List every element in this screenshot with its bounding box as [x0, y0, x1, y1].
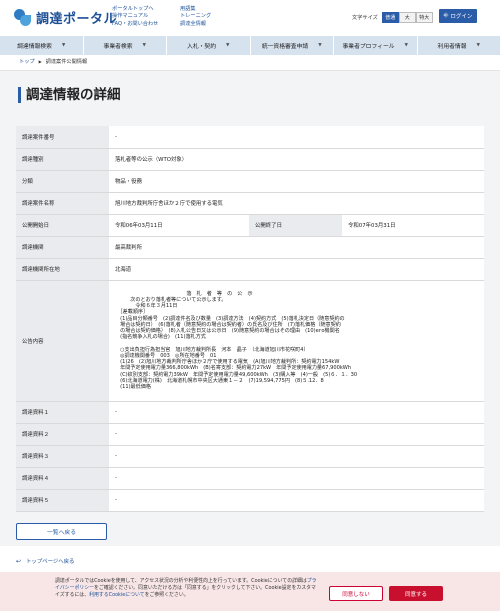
- title-area: 調達情報の詳細: [0, 70, 500, 126]
- to-top-label: トップページへ戻る: [26, 559, 75, 565]
- case-name-label: 調達案件名称: [16, 192, 109, 215]
- site-header: 調達ポータル ポータルトップへ 操作マニュアル FAQ・お問い合わせ 用語集 ト…: [0, 0, 500, 36]
- case-name-value: 旭川地方裁判所庁舎ほか２庁で使用する電気: [109, 192, 484, 215]
- pub-end-value: 令和07年03月31日: [342, 214, 484, 237]
- pub-end-label: 公開終了日: [249, 214, 342, 237]
- table-row: 調達資料１ -: [16, 401, 484, 424]
- notice-label: 公告内容: [16, 280, 109, 402]
- doc1-value: -: [109, 401, 484, 424]
- notice-content: 落 札 者 等 の 公 示 次のとおり落札者等について公示します。 令和６年３月…: [109, 280, 484, 402]
- chevron-down-icon: ▼: [226, 43, 230, 48]
- cookie-text-part: 調達ポータルではCookieを使用して、アクセス状況の分析や利便性向上を行ってい…: [55, 578, 307, 584]
- location-label: 調達機関所在地: [16, 258, 109, 281]
- doc2-label: 調達資料２: [16, 423, 109, 446]
- table-row: 公告内容 落 札 者 等 の 公 示 次のとおり落札者等について公示します。 令…: [16, 280, 484, 402]
- category-label: 分類: [16, 170, 109, 193]
- location-value: 北海道: [109, 258, 484, 281]
- chevron-down-icon: ▼: [61, 43, 66, 48]
- page-title: 調達情報の詳細: [18, 87, 121, 103]
- agency-label: 調達機関: [16, 236, 109, 259]
- table-row: 調達機関 最高裁判所: [16, 236, 484, 259]
- type-value: 落札者等の公示（WTO対象）: [109, 148, 484, 171]
- cookie-info-link[interactable]: 利用するCookieについて: [89, 592, 144, 598]
- table-row: 調達種別 落札者等の公示（WTO対象）: [16, 148, 484, 171]
- link-manual[interactable]: 操作マニュアル: [112, 13, 158, 20]
- link-faq[interactable]: FAQ・お問い合わせ: [112, 21, 158, 28]
- header-links-secondary: 用語集 トレーニング 調達全情報: [180, 6, 211, 28]
- nav-business-search[interactable]: 事業者検索 ▼: [84, 36, 167, 55]
- cookie-banner: 調達ポータルではCookieを使用して、アクセス状況の分析や利便性向上を行ってい…: [0, 572, 500, 611]
- table-row: 調達資料２ -: [16, 423, 484, 446]
- breadcrumb: トップ ▶ 調達案件公開情報: [19, 58, 87, 65]
- doc4-value: -: [109, 467, 484, 490]
- nav-label: 利用者情報: [437, 44, 467, 50]
- nav-user-info[interactable]: 利用者情報 ▼: [418, 36, 500, 55]
- back-to-list-button[interactable]: 一覧へ戻る: [16, 523, 107, 540]
- login-label: ログイン: [450, 14, 473, 20]
- chevron-down-icon: ▼: [404, 43, 409, 48]
- nav-label: 調達情報検索: [17, 44, 52, 50]
- detail-section: 調達案件番号 - 調達種別 落札者等の公示（WTO対象） 分類 物品・役務 調達…: [0, 126, 500, 546]
- doc4-label: 調達資料４: [16, 467, 109, 490]
- chevron-down-icon: ▼: [476, 43, 480, 48]
- chevron-down-icon: ▼: [142, 43, 146, 48]
- table-row: 公開開始日 令和06年03月11日 公開終了日 令和07年03月31日: [16, 214, 484, 237]
- arrow-return-icon: ↩: [16, 557, 22, 565]
- nav-bid-contract[interactable]: 入札・契約 ▼: [167, 36, 251, 55]
- pub-start-label: 公開開始日: [16, 214, 109, 237]
- doc5-value: -: [109, 489, 484, 512]
- case-number-value: -: [109, 126, 484, 149]
- logo-mark-icon: [14, 8, 32, 27]
- detail-table: 調達案件番号 - 調達種別 落札者等の公示（WTO対象） 分類 物品・役務 調達…: [16, 126, 484, 512]
- cookie-text-part: をご参照ください。: [144, 592, 189, 599]
- to-top-link[interactable]: ↩ トップページへ戻る: [16, 557, 75, 566]
- font-size-switcher: 文字サイズ 普通 大 特大: [352, 12, 433, 23]
- doc5-label: 調達資料５: [16, 489, 109, 512]
- doc2-value: -: [109, 423, 484, 446]
- nav-business-profile[interactable]: 事業者プロフィール ▼: [334, 36, 418, 55]
- chevron-right-icon: ▶: [38, 59, 42, 64]
- breadcrumb-top-link[interactable]: トップ: [19, 58, 35, 65]
- login-icon: ⎆: [443, 12, 449, 19]
- nav-label: 入札・契約: [187, 44, 217, 50]
- doc3-label: 調達資料３: [16, 445, 109, 468]
- cookie-decline-button[interactable]: 同意しない: [329, 586, 383, 601]
- chevron-down-icon: ▼: [318, 43, 322, 48]
- font-size-large-button[interactable]: 大: [398, 12, 416, 23]
- header-links-primary: ポータルトップへ 操作マニュアル FAQ・お問い合わせ: [112, 6, 158, 28]
- font-size-normal-button[interactable]: 普通: [381, 12, 399, 23]
- font-size-xlarge-button[interactable]: 特大: [415, 12, 433, 23]
- agency-value: 最高裁判所: [109, 236, 484, 259]
- table-row: 調達資料４ -: [16, 467, 484, 490]
- pub-start-value: 令和06年03月11日: [109, 214, 249, 237]
- doc3-value: -: [109, 445, 484, 468]
- nav-procurement-search[interactable]: 調達情報検索 ▼: [0, 36, 84, 55]
- portal-logo[interactable]: 調達ポータル: [14, 8, 117, 27]
- table-row: 調達資料３ -: [16, 445, 484, 468]
- nav-qualification[interactable]: 統一資格審査申請 ▼: [251, 36, 334, 55]
- table-row: 調達案件番号 -: [16, 126, 484, 149]
- nav-label: 事業者プロフィール: [342, 44, 395, 50]
- category-value: 物品・役務: [109, 170, 484, 193]
- link-training[interactable]: トレーニング: [180, 13, 211, 20]
- breadcrumb-current: 調達案件公開情報: [45, 59, 88, 65]
- type-label: 調達種別: [16, 148, 109, 171]
- case-number-label: 調達案件番号: [16, 126, 109, 149]
- login-button[interactable]: ⎆ ログイン: [439, 9, 477, 23]
- cookie-text: 調達ポータルではCookieを使用して、アクセス状況の分析や利便性向上を行ってい…: [55, 578, 320, 600]
- table-row: 調達資料５ -: [16, 489, 484, 512]
- font-size-label: 文字サイズ: [352, 15, 378, 21]
- table-row: 分類 物品・役務: [16, 170, 484, 193]
- nav-label: 統一資格審査申請: [261, 44, 309, 50]
- logo-text: 調達ポータル: [36, 12, 118, 27]
- table-row: 調達案件名称 旭川地方裁判所庁舎ほか２庁で使用する電気: [16, 192, 484, 215]
- nav-label: 事業者検索: [103, 44, 133, 50]
- cookie-accept-button[interactable]: 同意する: [389, 586, 443, 601]
- table-row: 調達機関所在地 北海道: [16, 258, 484, 281]
- link-all-procurement[interactable]: 調達全情報: [180, 21, 211, 28]
- doc1-label: 調達資料１: [16, 401, 109, 424]
- global-nav: 調達情報検索 ▼ 事業者検索 ▼ 入札・契約 ▼ 統一資格審査申請 ▼ 事業者プロフィー…: [0, 36, 500, 55]
